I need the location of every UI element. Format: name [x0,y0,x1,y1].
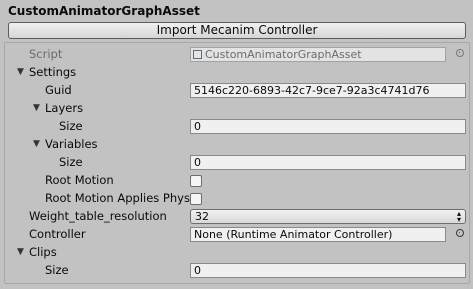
script-label: Script [29,47,63,61]
weight-table-resolution-row: Weight_table_resolution 32 ▴ ▾ [5,208,469,226]
foldout-expanded-icon[interactable]: ▼ [33,139,40,149]
weight-table-resolution-dropdown[interactable]: 32 ▴ ▾ [190,209,466,224]
script-field-value: CustomAnimatorGraphAsset [205,48,362,61]
import-mecanim-controller-button[interactable]: Import Mecanim Controller [8,22,466,39]
root-motion-applies-phys-row: Root Motion Applies Phys [5,190,469,208]
script-field: CustomAnimatorGraphAsset [190,47,446,62]
variables-size-row: Size 0 [5,154,469,172]
foldout-expanded-icon[interactable]: ▼ [17,67,24,77]
settings-label: Settings [29,65,77,79]
controller-object-field[interactable]: None (Runtime Animator Controller) [190,227,446,242]
layers-size-row: Size 0 [5,118,469,136]
clips-size-row: Size 0 [5,262,469,280]
root-motion-checkbox[interactable] [190,175,202,187]
foldout-expanded-icon[interactable]: ▼ [17,247,24,257]
object-picker-icon [456,49,464,57]
variables-foldout[interactable]: ▼ Variables [5,136,469,154]
script-file-icon [193,50,202,59]
weight-table-resolution-label: Weight_table_resolution [29,209,167,223]
root-motion-label: Root Motion [45,173,114,187]
guid-label: Guid [45,83,72,97]
root-motion-applies-phys-checkbox[interactable] [190,193,202,205]
clips-size-field[interactable]: 0 [190,263,466,278]
variables-size-label: Size [59,155,83,169]
settings-foldout[interactable]: ▼ Settings [5,64,469,82]
dropdown-arrows-icon: ▴ ▾ [456,209,461,224]
foldout-expanded-icon[interactable]: ▼ [33,103,40,113]
script-row: Script CustomAnimatorGraphAsset [5,46,469,64]
layers-size-label: Size [59,119,83,133]
clips-foldout[interactable]: ▼ Clips [5,244,469,262]
guid-field[interactable]: 5146c220-6893-42c7-9ce7-92a3c4741d76 [190,83,466,98]
controller-row: Controller None (Runtime Animator Contro… [5,226,469,244]
layers-foldout[interactable]: ▼ Layers [5,100,469,118]
layers-size-field[interactable]: 0 [190,119,466,134]
root-motion-row: Root Motion [5,172,469,190]
guid-row: Guid 5146c220-6893-42c7-9ce7-92a3c4741d7… [5,82,469,100]
variables-label: Variables [45,137,98,151]
variables-size-field[interactable]: 0 [190,155,466,170]
asset-title: CustomAnimatorGraphAsset [8,4,200,18]
weight-table-resolution-value: 32 [195,210,209,223]
clips-label: Clips [29,245,57,259]
clips-size-label: Size [45,263,69,277]
object-picker-icon[interactable] [456,229,464,237]
layers-label: Layers [45,101,84,115]
controller-label: Controller [29,227,86,241]
inspector-header: CustomAnimatorGraphAsset [0,0,473,22]
root-motion-applies-phys-label: Root Motion Applies Phys [45,191,190,205]
inspector-panel: Script CustomAnimatorGraphAsset ▼ Settin… [4,42,470,284]
